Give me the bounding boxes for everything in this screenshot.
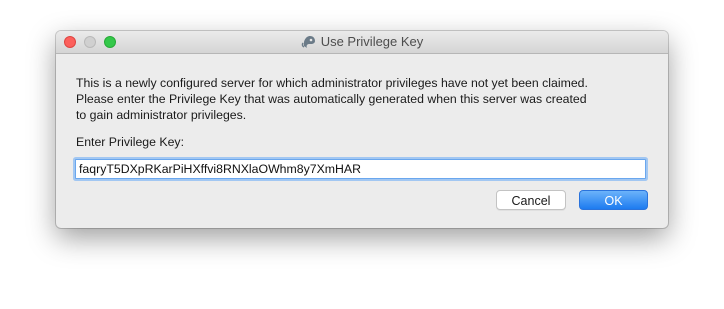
message-line: Please enter the Privilege Key that was … [76,92,587,106]
message-line: to gain administrator privileges. [76,108,247,122]
message-line: This is a newly configured server for wh… [76,76,588,90]
privilege-key-label: Enter Privilege Key: [76,135,184,149]
privilege-key-dialog: Use Privilege Key This is a newly config… [56,31,668,228]
window-title: Use Privilege Key [320,34,424,49]
teamspeak-icon [301,35,315,48]
cancel-button[interactable]: Cancel [496,190,566,210]
title-bar[interactable]: Use Privilege Key [56,31,668,54]
privilege-key-input[interactable] [75,159,646,179]
dialog-message: This is a newly configured server for wh… [76,75,656,123]
window-title-container: Use Privilege Key [56,31,668,53]
ok-button[interactable]: OK [579,190,648,210]
